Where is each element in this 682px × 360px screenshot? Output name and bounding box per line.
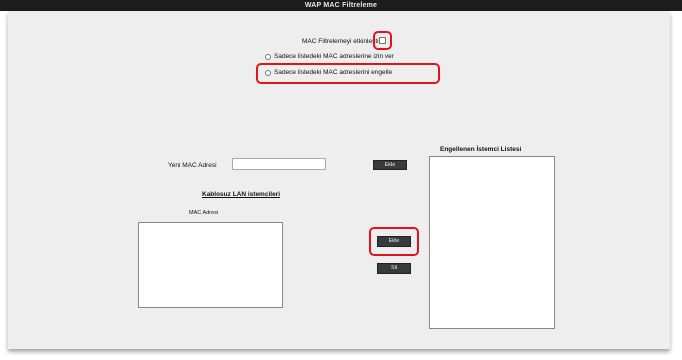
highlight-deny-option bbox=[256, 63, 440, 84]
mac-filter-panel: MAC Filtrelemeyi etkinleştir Sadece list… bbox=[8, 11, 670, 349]
wireless-clients-title: Kablosuz LAN istemcileri bbox=[202, 191, 281, 198]
wireless-clients-list[interactable] bbox=[138, 222, 283, 308]
highlight-enable-checkbox bbox=[373, 31, 392, 50]
allow-only-listed-label: Sadece listedeki MAC adreslerine izin ve… bbox=[274, 53, 394, 60]
enable-filter-label: MAC Filtrelemeyi etkinleştir bbox=[302, 38, 381, 45]
remove-from-blocked-button[interactable]: Sil bbox=[377, 263, 411, 274]
allow-only-listed-radio[interactable] bbox=[265, 54, 271, 60]
mac-column-header: MAC Adresi bbox=[189, 210, 219, 216]
new-mac-label: Yeni MAC Adresi bbox=[168, 162, 217, 169]
new-mac-input[interactable] bbox=[232, 158, 326, 170]
window-title-bar: WAP MAC Filtreleme bbox=[0, 0, 682, 11]
blocked-list-title: Engellenen İstemci Listesi bbox=[440, 146, 522, 153]
window-title: WAP MAC Filtreleme bbox=[304, 2, 378, 9]
add-mac-button[interactable]: Ekle bbox=[373, 160, 407, 170]
highlight-move-button bbox=[369, 227, 419, 256]
blocked-clients-list[interactable] bbox=[429, 156, 555, 329]
